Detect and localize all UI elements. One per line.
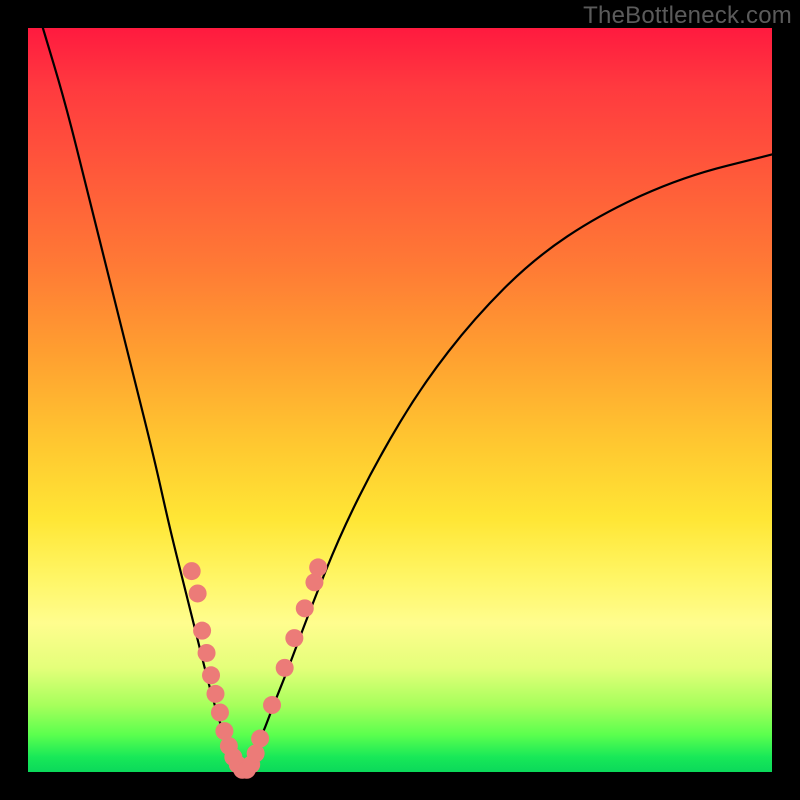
plot-area <box>28 28 772 772</box>
watermark-label: TheBottleneck.com <box>583 2 792 30</box>
bottleneck-curve <box>43 28 242 772</box>
data-marker <box>206 685 224 703</box>
data-marker <box>296 599 314 617</box>
data-marker <box>276 659 294 677</box>
bottleneck-curve <box>242 154 772 772</box>
data-marker <box>263 696 281 714</box>
data-marker <box>309 558 327 576</box>
data-marker <box>285 629 303 647</box>
chart-svg <box>28 28 772 772</box>
data-marker <box>189 584 207 602</box>
chart-frame: TheBottleneck.com <box>0 0 800 800</box>
data-marker <box>211 703 229 721</box>
data-marker <box>193 622 211 640</box>
data-marker <box>251 730 269 748</box>
data-marker <box>183 562 201 580</box>
data-marker <box>198 644 216 662</box>
data-marker <box>202 666 220 684</box>
